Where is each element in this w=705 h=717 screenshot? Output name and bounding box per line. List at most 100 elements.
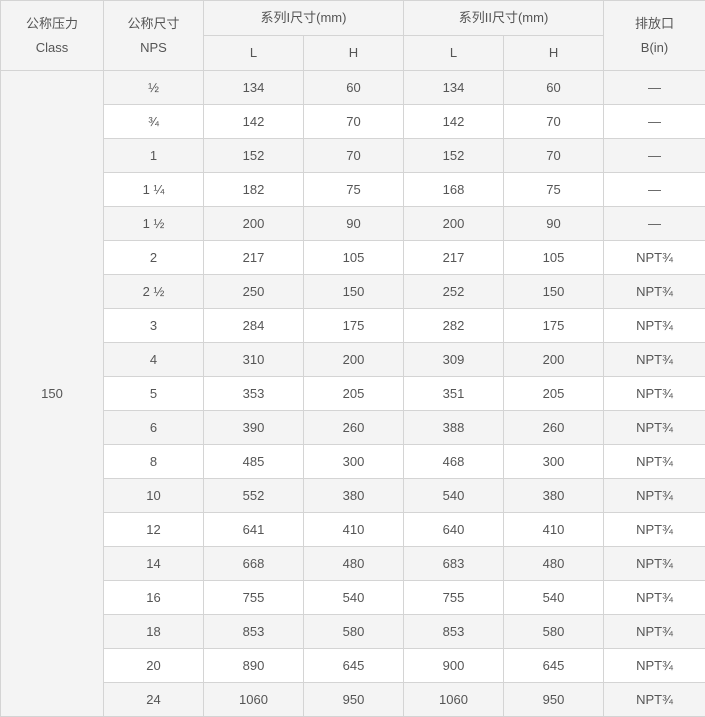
- cell-series2-h: 950: [504, 683, 604, 717]
- cell-drain: —: [604, 105, 705, 139]
- header-nps-en: NPS: [104, 40, 203, 56]
- cell-series2-h: 70: [504, 105, 604, 139]
- cell-series1-l: 390: [204, 411, 304, 445]
- cell-drain: NPT¾: [604, 479, 705, 513]
- cell-series1-l: 668: [204, 547, 304, 581]
- table-row: ¾1427014270—: [1, 105, 705, 139]
- cell-series2-h: 150: [504, 275, 604, 309]
- cell-series2-h: 645: [504, 649, 604, 683]
- cell-series1-l: 353: [204, 377, 304, 411]
- cell-series2-h: 540: [504, 581, 604, 615]
- cell-series2-l: 282: [404, 309, 504, 343]
- header-series2-l: L: [404, 36, 504, 71]
- header-nps-zh: 公称尺寸: [104, 16, 203, 32]
- class-value-cell: 150: [1, 71, 104, 717]
- cell-drain: NPT¾: [604, 343, 705, 377]
- cell-nps: 1 ¼: [104, 173, 204, 207]
- table-row: 12641410640410NPT¾: [1, 513, 705, 547]
- table-row: 16755540755540NPT¾: [1, 581, 705, 615]
- cell-series1-l: 152: [204, 139, 304, 173]
- cell-series1-h: 380: [304, 479, 404, 513]
- cell-drain: NPT¾: [604, 581, 705, 615]
- table-row: 14668480683480NPT¾: [1, 547, 705, 581]
- cell-series1-h: 175: [304, 309, 404, 343]
- header-row-top: 公称压力 Class 公称尺寸 NPS 系列I尺寸(mm) 系列II尺寸(mm)…: [1, 1, 705, 36]
- cell-nps: 10: [104, 479, 204, 513]
- cell-series2-l: 853: [404, 615, 504, 649]
- cell-series1-h: 645: [304, 649, 404, 683]
- cell-series1-l: 134: [204, 71, 304, 105]
- cell-series1-h: 150: [304, 275, 404, 309]
- table-header: 公称压力 Class 公称尺寸 NPS 系列I尺寸(mm) 系列II尺寸(mm)…: [1, 1, 705, 71]
- cell-nps: 4: [104, 343, 204, 377]
- cell-series1-l: 217: [204, 241, 304, 275]
- cell-drain: NPT¾: [604, 615, 705, 649]
- cell-drain: —: [604, 173, 705, 207]
- cell-series1-l: 182: [204, 173, 304, 207]
- table-row: 5353205351205NPT¾: [1, 377, 705, 411]
- cell-nps: 14: [104, 547, 204, 581]
- header-drain-zh: 排放口: [604, 16, 705, 32]
- dimensions-table: 公称压力 Class 公称尺寸 NPS 系列I尺寸(mm) 系列II尺寸(mm)…: [0, 0, 705, 717]
- table-row: 10552380540380NPT¾: [1, 479, 705, 513]
- cell-series2-h: 300: [504, 445, 604, 479]
- header-class-zh: 公称压力: [1, 16, 103, 32]
- cell-series2-l: 152: [404, 139, 504, 173]
- cell-series2-h: 380: [504, 479, 604, 513]
- cell-nps: 18: [104, 615, 204, 649]
- cell-series2-l: 200: [404, 207, 504, 241]
- table-row: 8485300468300NPT¾: [1, 445, 705, 479]
- cell-series2-h: 90: [504, 207, 604, 241]
- cell-nps: 12: [104, 513, 204, 547]
- cell-series2-l: 683: [404, 547, 504, 581]
- cell-series1-l: 485: [204, 445, 304, 479]
- table-row: 1 ¼1827516875—: [1, 173, 705, 207]
- cell-series2-l: 540: [404, 479, 504, 513]
- cell-nps: 3: [104, 309, 204, 343]
- cell-series1-h: 950: [304, 683, 404, 717]
- cell-series2-l: 168: [404, 173, 504, 207]
- cell-series1-l: 1060: [204, 683, 304, 717]
- header-series1-l: L: [204, 36, 304, 71]
- cell-series1-h: 540: [304, 581, 404, 615]
- table-row: 2410609501060950NPT¾: [1, 683, 705, 717]
- cell-series1-l: 890: [204, 649, 304, 683]
- header-class-en: Class: [1, 40, 103, 56]
- header-series1: 系列I尺寸(mm): [204, 1, 404, 36]
- cell-nps: 24: [104, 683, 204, 717]
- cell-series1-h: 60: [304, 71, 404, 105]
- cell-series1-l: 284: [204, 309, 304, 343]
- cell-series2-h: 60: [504, 71, 604, 105]
- cell-series1-h: 205: [304, 377, 404, 411]
- cell-series1-l: 853: [204, 615, 304, 649]
- cell-series1-h: 70: [304, 139, 404, 173]
- header-class: 公称压力 Class: [1, 1, 104, 71]
- cell-nps: ½: [104, 71, 204, 105]
- cell-series2-h: 410: [504, 513, 604, 547]
- table-row: 2217105217105NPT¾: [1, 241, 705, 275]
- cell-series1-h: 200: [304, 343, 404, 377]
- table-row: 6390260388260NPT¾: [1, 411, 705, 445]
- header-series2: 系列II尺寸(mm): [404, 1, 604, 36]
- cell-series1-h: 580: [304, 615, 404, 649]
- cell-series2-h: 480: [504, 547, 604, 581]
- cell-series2-h: 260: [504, 411, 604, 445]
- table-row: 4310200309200NPT¾: [1, 343, 705, 377]
- cell-nps: 2 ½: [104, 275, 204, 309]
- table-row: 20890645900645NPT¾: [1, 649, 705, 683]
- cell-nps: 5: [104, 377, 204, 411]
- cell-series2-l: 388: [404, 411, 504, 445]
- cell-series1-h: 105: [304, 241, 404, 275]
- cell-series2-l: 142: [404, 105, 504, 139]
- cell-nps: ¾: [104, 105, 204, 139]
- cell-series1-h: 260: [304, 411, 404, 445]
- cell-drain: —: [604, 207, 705, 241]
- cell-series1-h: 410: [304, 513, 404, 547]
- cell-series2-l: 640: [404, 513, 504, 547]
- cell-series2-l: 351: [404, 377, 504, 411]
- cell-series1-l: 250: [204, 275, 304, 309]
- cell-series2-h: 580: [504, 615, 604, 649]
- cell-series2-h: 205: [504, 377, 604, 411]
- cell-series1-l: 552: [204, 479, 304, 513]
- cell-drain: NPT¾: [604, 241, 705, 275]
